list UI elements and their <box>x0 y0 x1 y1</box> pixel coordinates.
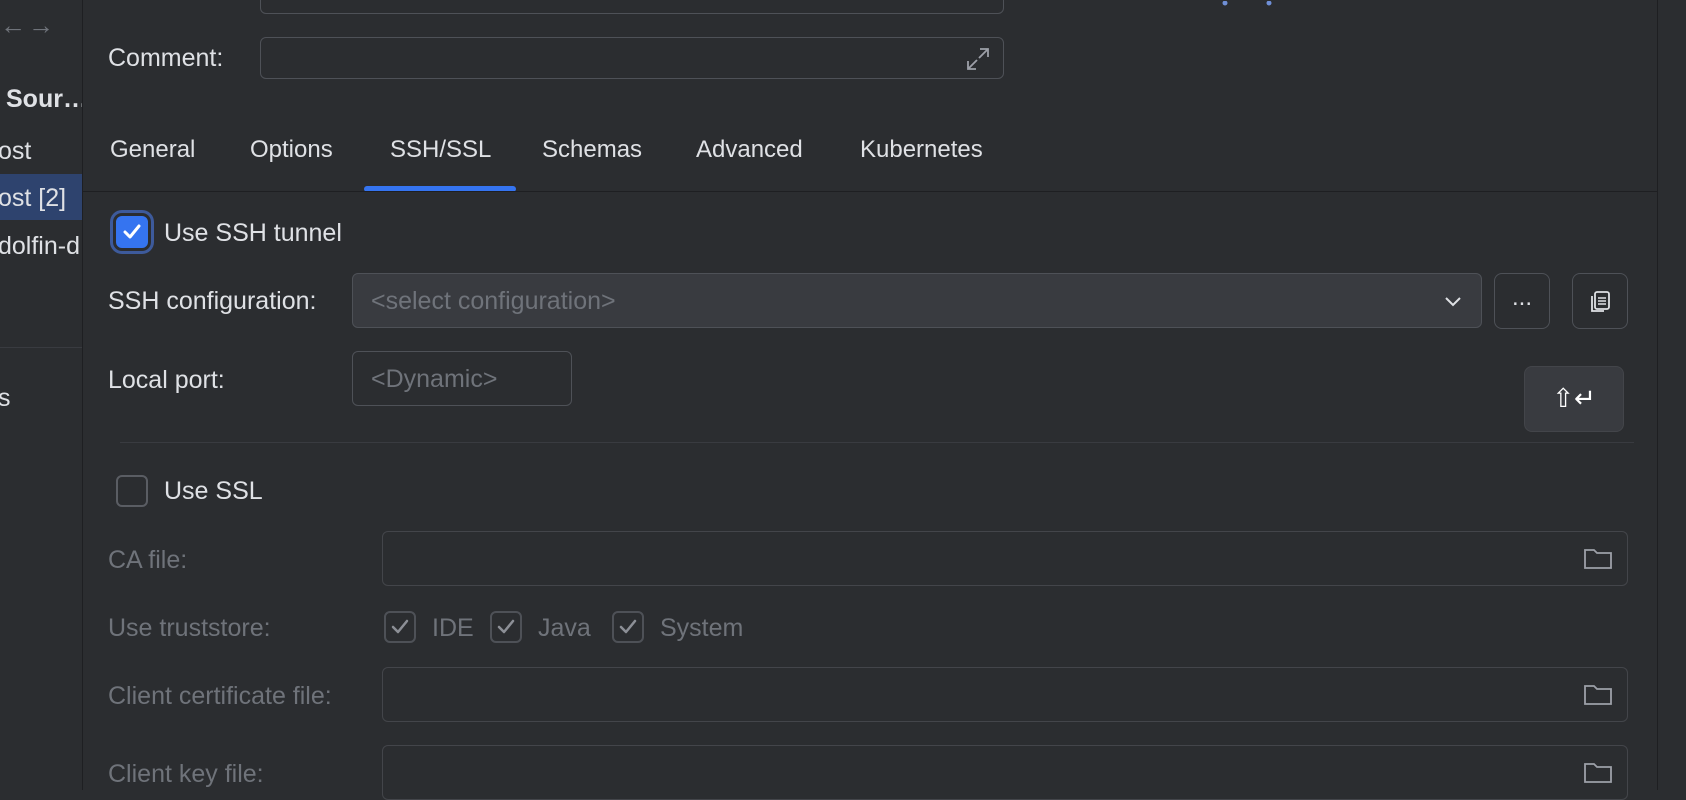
comment-input[interactable] <box>260 37 1004 79</box>
truststore-ide-checkbox <box>384 611 416 643</box>
local-port-placeholder: <Dynamic> <box>371 365 498 393</box>
shortcut-hint-popup: ⇧↵ <box>1524 366 1624 432</box>
checkmark-icon <box>497 619 515 634</box>
back-arrow-icon[interactable]: ← <box>0 10 26 40</box>
client-key-input <box>382 745 1628 800</box>
tab-general[interactable]: General <box>110 136 195 164</box>
ssh-configuration-label: SSH configuration: <box>108 287 317 315</box>
browse-button-label: ... <box>1511 284 1532 311</box>
comment-label: Comment: <box>108 44 224 72</box>
sidebar-item-localhost-2[interactable]: ost [2] <box>0 181 66 215</box>
client-key-label: Client key file: <box>108 760 264 788</box>
sidebar-item-dolfin[interactable]: dolfin-d <box>0 229 80 263</box>
ca-file-label: CA file: <box>108 546 188 574</box>
truststore-system-label: System <box>660 614 744 642</box>
truststore-system-checkbox <box>612 611 644 643</box>
panel-right-border <box>1657 0 1658 790</box>
truststore-ide-label: IDE <box>432 614 474 642</box>
tab-advanced[interactable]: Advanced <box>696 136 803 164</box>
tabs-divider <box>83 191 1657 192</box>
sidebar-item-bottom[interactable]: s <box>0 381 11 415</box>
copy-config-button[interactable] <box>1572 273 1628 329</box>
use-ssh-tunnel-label[interactable]: Use SSH tunnel <box>164 219 342 248</box>
use-ssh-tunnel-checkbox[interactable] <box>116 216 148 248</box>
forward-arrow-icon[interactable]: → <box>28 10 54 40</box>
folder-icon[interactable] <box>1583 760 1613 784</box>
shortcut-hint-text: ⇧↵ <box>1552 384 1596 414</box>
use-ssl-label[interactable]: Use SSL <box>164 477 263 506</box>
checkmark-icon <box>123 224 141 239</box>
truststore-java-checkbox <box>490 611 522 643</box>
folder-icon[interactable] <box>1583 546 1613 570</box>
data-sources-sidebar: ← → Sour… ost ost [2] dolfin-d s <box>0 0 83 790</box>
checkmark-icon <box>391 619 409 634</box>
local-port-input[interactable]: <Dynamic> <box>352 351 572 406</box>
ssh-configuration-placeholder: <select configuration> <box>371 287 616 315</box>
client-cert-input <box>382 667 1628 722</box>
truststore-label: Use truststore: <box>108 614 271 642</box>
top-field-partial[interactable] <box>260 0 1004 14</box>
ssh-configuration-select[interactable]: <select configuration> <box>352 273 1482 328</box>
tab-kubernetes[interactable]: Kubernetes <box>860 136 983 164</box>
tab-options[interactable]: Options <box>250 136 333 164</box>
sidebar-section-title: Sour… <box>6 85 83 113</box>
client-cert-label: Client certificate file: <box>108 682 332 710</box>
folder-icon[interactable] <box>1583 682 1613 706</box>
use-ssl-checkbox[interactable] <box>116 475 148 507</box>
copy-icon <box>1591 291 1610 312</box>
sidebar-divider <box>0 347 82 348</box>
ca-file-input <box>382 531 1628 586</box>
tab-ssh-ssl[interactable]: SSH/SSL <box>390 136 491 164</box>
browse-button[interactable]: ... <box>1494 273 1550 329</box>
expand-icon[interactable] <box>963 44 993 74</box>
truststore-java-label: Java <box>538 614 591 642</box>
tab-schemas[interactable]: Schemas <box>542 136 642 164</box>
local-port-label: Local port: <box>108 366 225 394</box>
sidebar-item-localhost[interactable]: ost <box>0 134 31 168</box>
checkmark-icon <box>619 619 637 634</box>
chevron-down-icon <box>1445 297 1461 307</box>
ssh-ssl-divider <box>120 442 1634 443</box>
